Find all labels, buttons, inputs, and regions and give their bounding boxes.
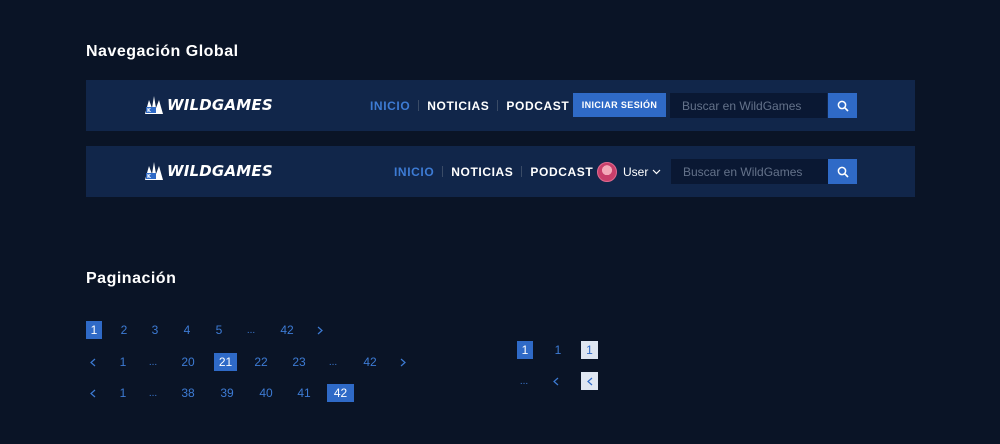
page-button[interactable]: 5 [211,321,227,339]
nav-link-podcast[interactable]: PODCAST [506,99,569,113]
global-navbar-logged-out: K WILDGAMES INICIO NOTICIAS PODCAST INIC… [86,80,915,131]
pagination-compact-arrows: ... [0,372,1000,390]
nav-link-inicio[interactable]: INICIO [394,165,434,179]
page-button[interactable]: 42 [276,321,298,339]
logo-wordmark: WILDGAMES [167,96,273,114]
page-ellipsis: ... [519,375,529,387]
logo-emblem-icon: K [145,96,163,114]
prev-page-button[interactable] [549,372,563,390]
prev-page-button-hover[interactable] [581,372,598,390]
chevron-down-icon [652,169,661,174]
search-input[interactable] [671,159,828,184]
nav-divider [418,100,420,111]
page-button[interactable]: 1 [550,341,566,359]
section-title-pagination: Paginación [86,270,177,287]
global-navbar-logged-in: K WILDGAMES INICIO NOTICIAS PODCAST User [86,146,915,197]
page-button-current[interactable]: 1 [517,341,533,359]
nav-link-noticias[interactable]: NOTICIAS [451,165,513,179]
main-nav: INICIO NOTICIAS PODCAST [370,80,586,131]
avatar [597,161,617,182]
pagination-first-page: 1 2 3 4 5 ... 42 [0,321,1000,339]
page-button[interactable]: 2 [116,321,132,339]
wildgames-logo[interactable]: K WILDGAMES [143,93,273,117]
login-button[interactable]: INICIAR SESIÓN [573,93,666,117]
chevron-right-icon [317,326,323,334]
pagination-compact-states: 1 1 1 [0,341,1000,359]
nav-divider [497,100,499,111]
page-button-hover[interactable]: 1 [581,341,598,359]
section-title-navigation: Navegación Global [86,43,239,60]
chevron-left-icon [586,377,592,385]
logo-wordmark: WILDGAMES [167,162,273,180]
search-button[interactable] [828,159,857,184]
search-icon [837,166,849,178]
page-button-current[interactable]: 1 [86,321,102,339]
user-menu[interactable]: User [597,159,661,184]
nav-link-inicio[interactable]: INICIO [370,99,410,113]
search-icon [837,100,849,112]
search-input[interactable] [670,93,827,118]
wildgames-logo[interactable]: K WILDGAMES [143,159,273,183]
nav-link-podcast[interactable]: PODCAST [530,165,593,179]
nav-link-noticias[interactable]: NOTICIAS [427,99,489,113]
next-page-button[interactable] [313,321,327,339]
search-button[interactable] [828,93,857,118]
logo-emblem-icon: K [145,162,163,180]
main-nav: INICIO NOTICIAS PODCAST [394,146,610,197]
page-ellipsis: ... [246,324,256,336]
search-box [671,159,828,184]
nav-divider [442,166,444,177]
page-button[interactable]: 3 [147,321,163,339]
page-button[interactable]: 4 [179,321,195,339]
nav-divider [521,166,523,177]
search-box [670,93,827,118]
chevron-left-icon [553,377,559,385]
user-name: User [623,164,649,179]
